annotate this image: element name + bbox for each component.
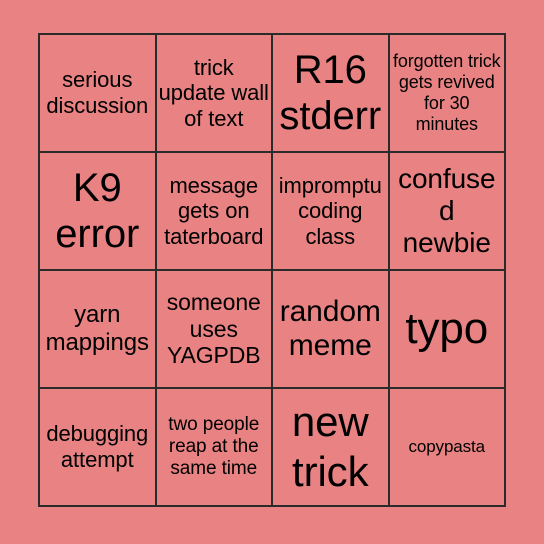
bingo-cell-r4c2[interactable]: two people reap at the same time: [156, 389, 273, 507]
bingo-cell-r2c3[interactable]: impromptu coding class: [273, 153, 390, 271]
bingo-cell-r3c4[interactable]: typo: [389, 271, 506, 389]
bingo-cell-label: copypasta: [408, 437, 486, 457]
bingo-cell-label: R16 stderr: [279, 47, 382, 138]
bingo-cell-label: forgotten trick gets revived for 30 minu…: [392, 50, 501, 135]
bingo-cell-r1c2[interactable]: trick update wall of text: [156, 35, 273, 153]
bingo-cell-label: someone uses YAGPDB: [166, 288, 261, 369]
bingo-cell-label: new trick: [291, 398, 369, 495]
bingo-cell-r2c2[interactable]: message gets on taterboard: [156, 153, 273, 271]
bingo-cell-r3c3[interactable]: random meme: [273, 271, 390, 389]
bingo-cell-r2c4[interactable]: confused newbie: [389, 153, 506, 271]
bingo-cell-r1c3[interactable]: R16 stderr: [273, 35, 390, 153]
bingo-cell-label: serious discussion: [46, 67, 149, 118]
bingo-cell-label: yarn mappings: [45, 301, 149, 356]
bingo-grid: serious discussion trick update wall of …: [38, 33, 506, 507]
bingo-cell-label: K9 error: [55, 165, 140, 256]
bingo-cell-r3c2[interactable]: someone uses YAGPDB: [156, 271, 273, 389]
bingo-cell-r4c4[interactable]: copypasta: [389, 389, 506, 507]
bingo-cell-r1c4[interactable]: forgotten trick gets revived for 30 minu…: [389, 35, 506, 153]
bingo-cell-r2c1[interactable]: K9 error: [40, 153, 157, 271]
bingo-cell-r4c3[interactable]: new trick: [273, 389, 390, 507]
bingo-cell-label: message gets on taterboard: [164, 172, 264, 249]
bingo-cell-label: confused newbie: [398, 162, 496, 259]
bingo-cell-r4c1[interactable]: debugging attempt: [40, 389, 157, 507]
bingo-cell-label: impromptu coding class: [278, 172, 382, 249]
bingo-cell-r1c1[interactable]: serious discussion: [40, 35, 157, 153]
bingo-cell-label: debugging attempt: [46, 421, 149, 472]
bingo-card: serious discussion trick update wall of …: [0, 0, 544, 544]
bingo-cell-label: random meme: [279, 294, 381, 362]
bingo-cell-label: two people reap at the same time: [168, 413, 260, 480]
bingo-cell-r3c1[interactable]: yarn mappings: [40, 271, 157, 389]
bingo-cell-label: typo: [405, 304, 489, 354]
bingo-cell-label: trick update wall of text: [158, 54, 269, 131]
